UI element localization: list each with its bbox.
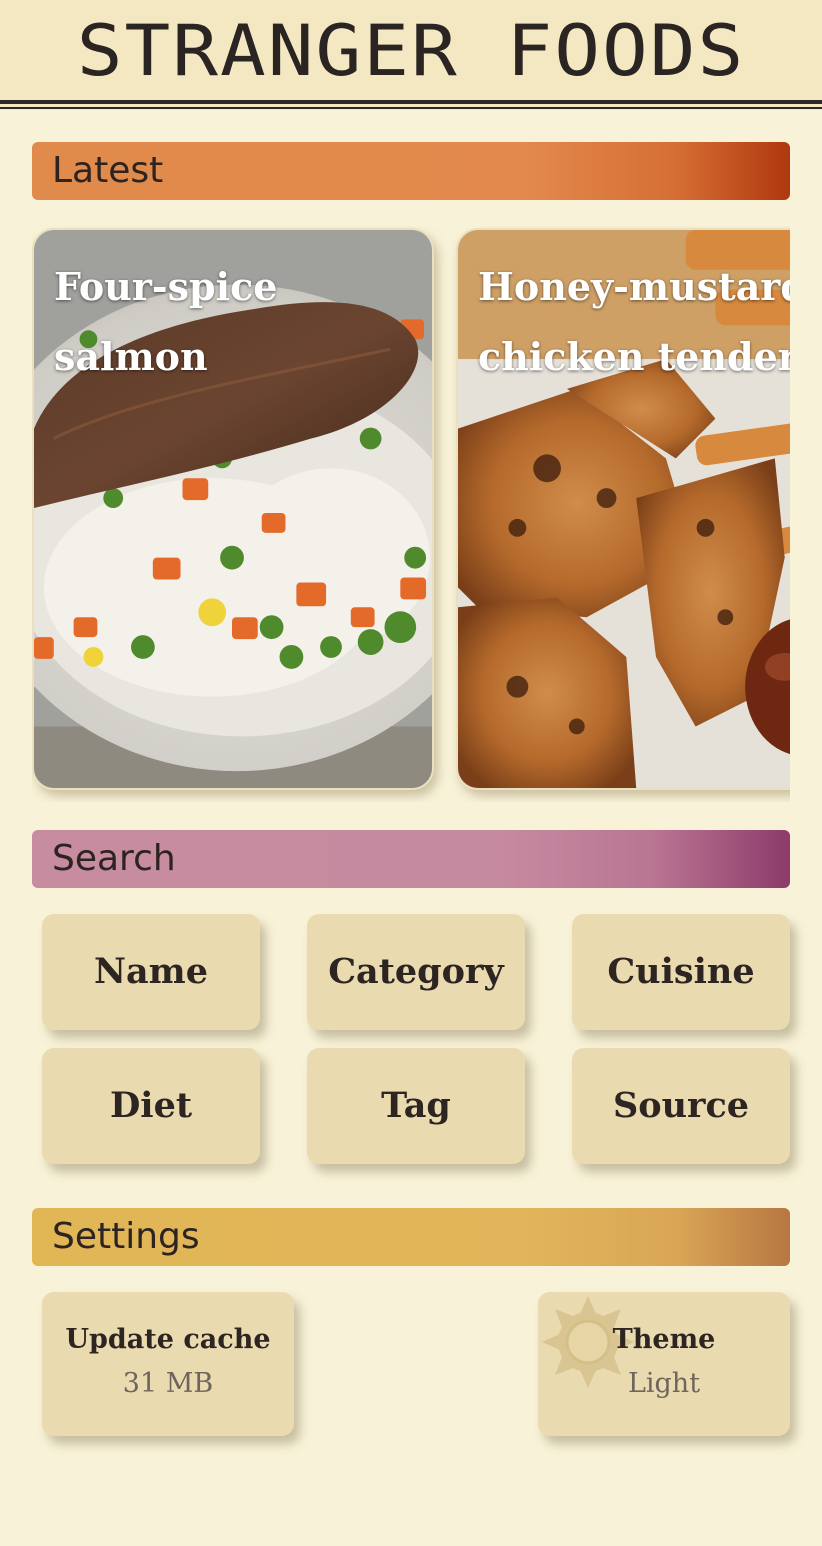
section-header-search: Search [32,830,790,888]
app-header: STRANGER FOODS [0,0,822,110]
recipe-card[interactable]: Honey-mustard chicken tenders [456,228,790,790]
search-by-diet-button[interactable]: Diet [42,1048,260,1164]
recipe-card[interactable]: Four-spice salmon [32,228,434,790]
update-cache-label: Update cache [65,1324,271,1355]
section-header-settings: Settings [32,1208,790,1266]
section-header-latest: Latest [32,142,790,200]
update-cache-button[interactable]: Update cache 31 MB [42,1292,294,1436]
recipe-title: Four-spice salmon [54,264,278,379]
header-divider-thin [0,107,822,109]
search-by-cuisine-button[interactable]: Cuisine [572,914,790,1030]
search-by-tag-button[interactable]: Tag [307,1048,525,1164]
recipe-title: Honey-mustard chicken tenders [478,264,790,379]
header-divider [0,100,822,104]
latest-carousel[interactable]: Four-spice salmon Honey-mustard chicken … [32,226,790,802]
search-by-source-button[interactable]: Source [572,1048,790,1164]
theme-value: Light [627,1368,701,1399]
theme-toggle-button[interactable]: Theme Light [538,1292,790,1436]
search-by-category-button[interactable]: Category [307,914,525,1030]
app-title: STRANGER FOODS [76,9,746,92]
theme-label: Theme [612,1324,716,1355]
search-by-name-button[interactable]: Name [42,914,260,1030]
cache-size-value: 31 MB [122,1368,214,1399]
